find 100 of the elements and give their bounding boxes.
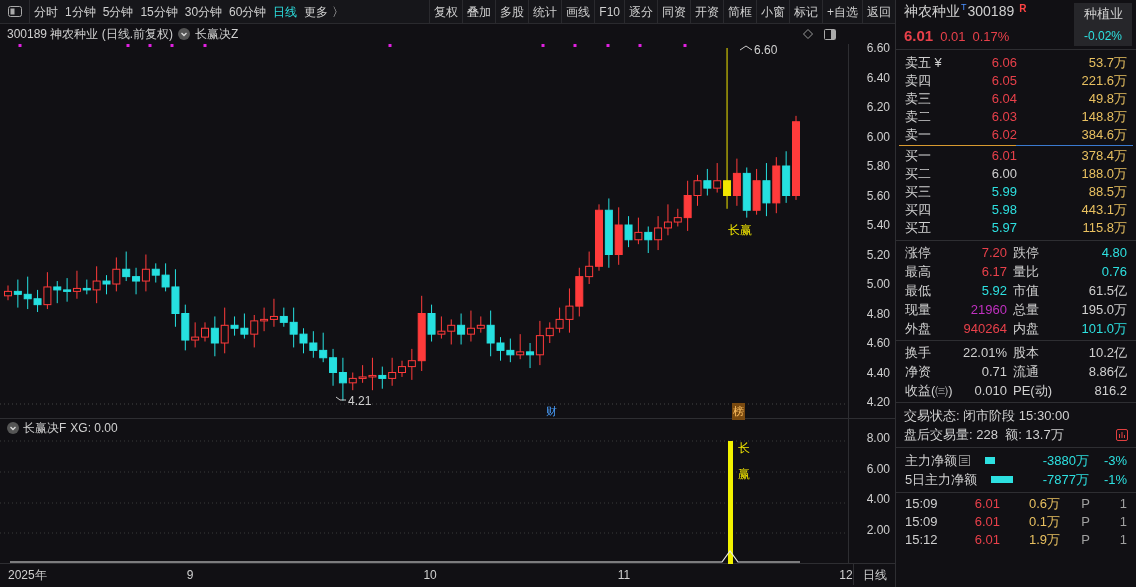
period-tab[interactable]: 分时: [34, 2, 58, 21]
stat-label: 收益(㈢): [905, 381, 954, 400]
toolbar-button[interactable]: +自选: [822, 0, 862, 23]
stat-value: 10.2亿: [1087, 343, 1127, 362]
stat-label: 流通: [1013, 362, 1040, 381]
flow-bar: [991, 476, 1014, 483]
finance-tag[interactable]: 财: [546, 403, 557, 420]
rank-tag[interactable]: 榜: [732, 403, 745, 420]
sector-name[interactable]: 种植业: [1083, 3, 1123, 24]
stat-label: 净资: [905, 362, 932, 381]
stock-name: 神农种业: [904, 2, 960, 22]
order-volume: 443.1万: [1080, 201, 1127, 220]
period-tab[interactable]: 15分钟: [140, 2, 178, 21]
price-axis-label: 5.40: [865, 218, 890, 232]
toolbar-button[interactable]: 叠加: [462, 0, 496, 23]
flow-label: 5日主力净额: [905, 470, 978, 489]
order-level-label: 买三: [905, 183, 932, 202]
order-level-label: 卖一: [905, 126, 932, 145]
period-tab[interactable]: 更多 〉: [304, 2, 344, 21]
price-axis-label: 6.20: [865, 100, 890, 114]
bar-chart-icon[interactable]: [1116, 428, 1128, 441]
order-level-label: 卖四: [905, 72, 932, 91]
indicator-axis-label: 2.00: [865, 522, 890, 537]
period-label: 日线: [862, 566, 887, 584]
stat-label: 换手: [905, 343, 932, 362]
flow-label: 主力净额: [905, 451, 957, 470]
stat-label: 涨停: [905, 243, 932, 262]
price-axis-label: 5.80: [865, 159, 890, 173]
period-tab[interactable]: 5分钟: [102, 2, 134, 21]
percent-change: 0.17%: [972, 28, 1010, 47]
order-price: 6.00: [990, 165, 1017, 184]
list-icon[interactable]: [959, 455, 970, 466]
order-level-label: 卖三: [905, 90, 932, 109]
price-axis-label: 6.40: [865, 70, 890, 85]
trade-type-label: P: [1080, 531, 1090, 550]
stat-value: 22.01%: [961, 343, 1008, 362]
price-change: 0.01: [940, 28, 966, 47]
toolbar-button[interactable]: 小窗: [756, 0, 789, 23]
panel-toggle-icon[interactable]: [824, 28, 836, 40]
stat-value: 6.17: [980, 262, 1008, 281]
stat-value: 195.0万: [1080, 300, 1127, 319]
order-price: 6.05: [990, 72, 1017, 91]
date-axis-label: 2025年: [8, 566, 47, 584]
price-axis-label: 4.80: [865, 306, 890, 321]
order-price: 6.06: [990, 54, 1017, 73]
toolbar-button[interactable]: 简框: [723, 0, 756, 23]
trade-type-label: P: [1080, 495, 1090, 514]
signal-label: 长赢: [728, 222, 752, 239]
diamond-icon[interactable]: [803, 29, 813, 39]
chevron-down-icon[interactable]: [7, 422, 19, 434]
trade-time: 15:09: [905, 513, 939, 532]
chevron-down-icon[interactable]: [178, 28, 191, 40]
stat-value: 7.20: [980, 243, 1008, 262]
stat-value: 101.0万: [1080, 319, 1127, 338]
toolbar-button[interactable]: 逐分: [624, 0, 657, 23]
period-tab[interactable]: 日线: [273, 2, 298, 21]
order-level-label: 卖二: [905, 108, 932, 127]
order-volume: 88.5万: [1087, 183, 1127, 202]
order-price: 6.02: [990, 126, 1017, 145]
price-axis-label: 6.60: [865, 41, 890, 55]
order-volume: 115.8万: [1081, 219, 1127, 238]
flow-bar: [985, 457, 995, 464]
price-axis-label: 4.40: [865, 365, 890, 380]
toolbar-button[interactable]: 多股: [495, 0, 529, 23]
toolbar-button[interactable]: 画线: [561, 0, 595, 23]
period-tab[interactable]: 1分钟: [65, 2, 96, 21]
low-price-label: 4.21: [348, 393, 372, 410]
order-price: 6.03: [990, 108, 1017, 127]
price-axis-label: 6.00: [865, 129, 890, 144]
chart-title: 300189 神农种业 (日线.前复权): [7, 26, 174, 43]
period-tab[interactable]: 60分钟: [229, 2, 267, 21]
stat-value: 61.5亿: [1087, 281, 1127, 300]
stat-value: 940264: [962, 319, 1008, 338]
toolbar-button[interactable]: 统计: [528, 0, 562, 23]
trade-volume: 0.1万: [1027, 513, 1060, 532]
flow-percent: -1%: [1102, 470, 1127, 489]
trade-count: 1: [1118, 531, 1127, 550]
order-price: 5.97: [990, 219, 1017, 238]
toolbar-button[interactable]: 同资: [657, 0, 690, 23]
trade-count: 1: [1118, 495, 1127, 514]
period-tab[interactable]: 30分钟: [184, 2, 223, 21]
stat-label: 最低: [905, 281, 932, 300]
indicator-name[interactable]: 长赢决Z: [195, 25, 239, 43]
panel-toggle-icon[interactable]: [7, 6, 22, 17]
stat-value: 0.010: [973, 381, 1008, 400]
indicator-name[interactable]: 长赢决F: [23, 419, 67, 437]
high-price-label: 6.60: [754, 42, 778, 59]
status-letter-label: R: [1019, 2, 1027, 17]
flow-percent: -3%: [1102, 451, 1127, 470]
toolbar-button[interactable]: 开资: [690, 0, 723, 23]
price-axis-label: 5.20: [865, 247, 890, 262]
toolbar-button[interactable]: 复权: [429, 0, 463, 23]
date-axis-label: 12: [839, 566, 853, 584]
order-volume: 384.6万: [1080, 126, 1127, 145]
sector-percent: -0.02%: [1084, 28, 1122, 46]
toolbar-button[interactable]: 标记: [789, 0, 822, 23]
trade-price: 6.01: [973, 513, 1000, 532]
indicator-axis-label: 8.00: [865, 431, 890, 445]
toolbar-button[interactable]: F10: [594, 0, 624, 23]
current-price: 6.01: [904, 26, 934, 47]
